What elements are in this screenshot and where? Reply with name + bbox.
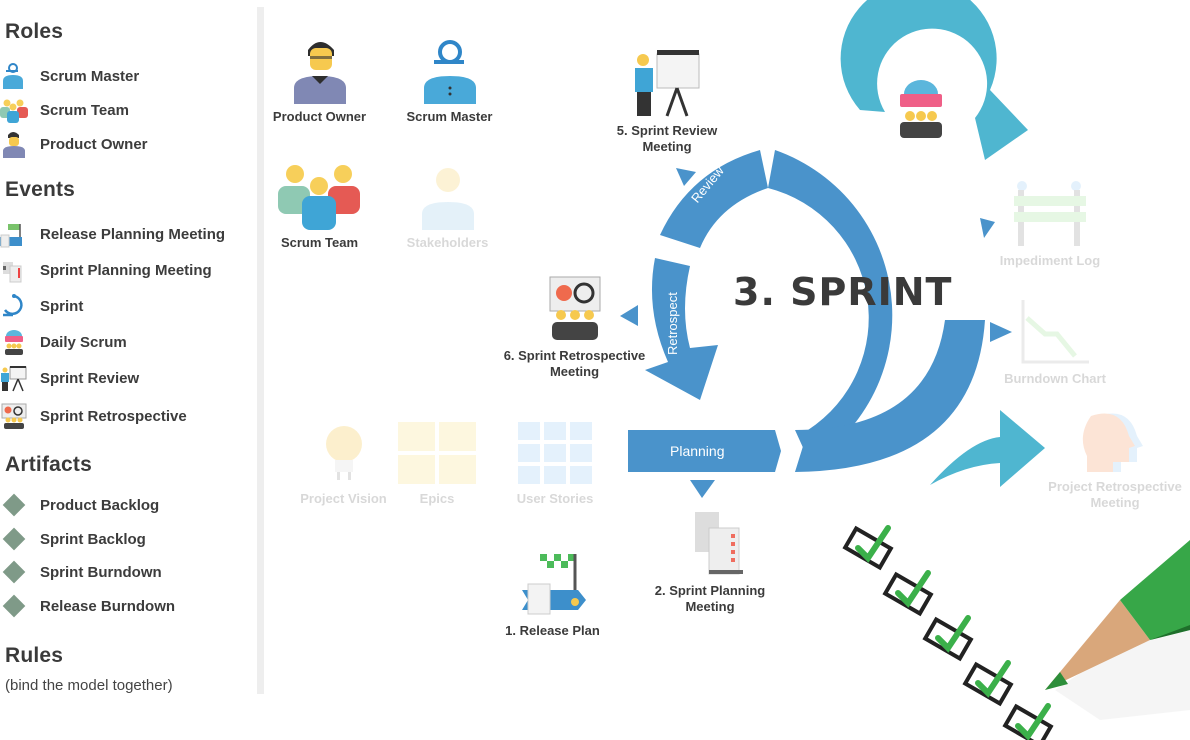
node-stakeholders[interactable]: Stakeholders: [400, 162, 495, 251]
node-caption: User Stories: [516, 491, 594, 506]
node-release-plan[interactable]: 1. Release Plan: [495, 552, 610, 639]
sprint-retrospective-icon: [549, 276, 600, 340]
stakeholders-icon: [421, 168, 474, 230]
node-scrum-team[interactable]: Scrum Team: [272, 162, 367, 251]
node-caption: Scrum Master: [406, 109, 493, 124]
release-plan-icon: [521, 554, 586, 615]
review-arrow-out: [676, 168, 696, 186]
scrum-team-icon: [278, 165, 360, 230]
product-owner-icon: [293, 42, 346, 104]
node-impediment-log[interactable]: Impediment Log: [995, 180, 1105, 269]
lightbulb-icon: [325, 426, 362, 480]
node-caption: Epics: [419, 491, 455, 506]
node-caption: Burndown Chart: [1004, 371, 1106, 386]
node-epics[interactable]: Epics: [395, 420, 479, 507]
daily-scrum-icon: [900, 80, 942, 138]
node-caption: 2. Sprint Planning Meeting: [654, 583, 766, 614]
scrum-framework-diagram: Roles Scrum Master Scrum Team Product Ow…: [0, 0, 1190, 740]
sprint-review-presentation-icon: [635, 50, 700, 117]
sprint-planning-scroll-icon: [695, 512, 743, 575]
node-caption: 6. Sprint Retrospective Meeting: [503, 348, 646, 379]
sprint-title: 3. SPRINT: [733, 270, 953, 314]
node-user-stories[interactable]: User Stories: [510, 420, 600, 507]
roadblock-icon: [1014, 181, 1086, 246]
node-caption: Product Owner: [272, 109, 367, 124]
project-retro-arrow: [930, 410, 1045, 487]
planning-arrow-down: [690, 480, 715, 498]
node-sprint-planning-meeting[interactable]: 2. Sprint Planning Meeting: [650, 508, 770, 615]
scrum-master-icon: [423, 40, 476, 104]
node-caption: 5. Sprint Review Meeting: [616, 123, 718, 154]
impediment-arrow-out: [980, 218, 995, 238]
node-caption: Impediment Log: [999, 253, 1101, 268]
node-caption: Project Vision: [300, 491, 387, 506]
node-caption: Project Retrospective Meeting: [1048, 479, 1182, 510]
pencil-graphic: [1045, 540, 1190, 720]
segment-label-planning: Planning: [670, 443, 725, 459]
thinking-head-icon: [1082, 413, 1143, 472]
node-scrum-master[interactable]: Scrum Master: [402, 38, 497, 125]
node-project-retrospective-meeting[interactable]: Project Retrospective Meeting: [1040, 408, 1190, 511]
node-sprint-review-meeting[interactable]: 5. Sprint Review Meeting: [612, 48, 722, 155]
node-caption: Scrum Team: [280, 235, 359, 250]
node-caption: Stakeholders: [406, 235, 489, 250]
retrospect-arc: [645, 258, 718, 400]
node-project-vision[interactable]: Project Vision: [296, 420, 391, 507]
node-burndown-chart[interactable]: Burndown Chart: [1000, 298, 1110, 387]
node-sprint-retrospective-meeting[interactable]: 6. Sprint Retrospective Meeting: [502, 275, 647, 380]
checklist-graphic: [842, 525, 1054, 740]
burndown-chart-icon: [1021, 300, 1089, 364]
segment-label-retrospect: Retrospect: [665, 292, 680, 355]
node-product-owner[interactable]: Product Owner: [272, 38, 367, 125]
user-story-cards-icon: [518, 422, 592, 484]
sticky-notes-icon: [398, 422, 476, 484]
node-caption: 1. Release Plan: [505, 623, 600, 638]
